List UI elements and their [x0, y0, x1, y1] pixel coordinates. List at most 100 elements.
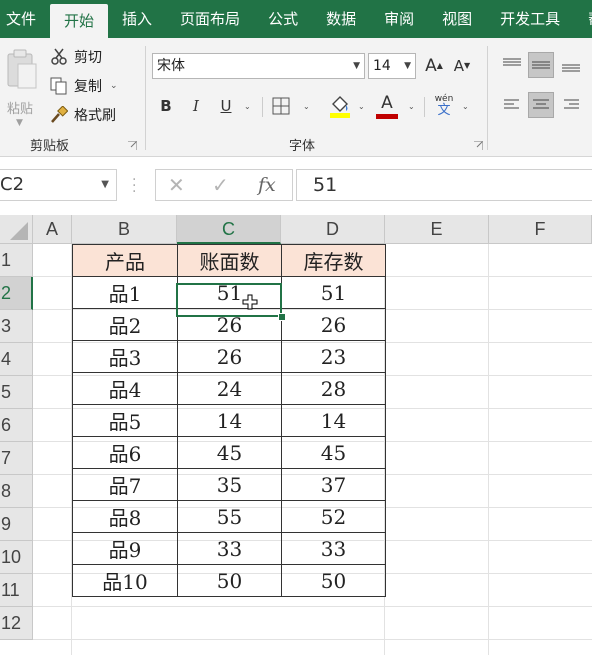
table-cell[interactable]: 26: [177, 308, 282, 341]
dialog-launcher-icon[interactable]: [474, 141, 483, 150]
cut-button[interactable]: 剪切: [50, 46, 102, 68]
table-cell[interactable]: 33: [177, 532, 282, 565]
shrink-font-button[interactable]: A▼: [452, 55, 472, 77]
row-header-10[interactable]: 10: [0, 541, 33, 574]
table-cell[interactable]: 51: [281, 276, 386, 309]
table-cell[interactable]: 14: [281, 404, 386, 437]
tab-formulas[interactable]: 公式: [254, 0, 312, 38]
insert-function-icon[interactable]: fx: [258, 170, 276, 200]
more-icon[interactable]: · · ·: [132, 173, 136, 199]
table-cell[interactable]: 50: [281, 564, 386, 597]
table-cell[interactable]: 33: [281, 532, 386, 565]
fill-color-icon[interactable]: [329, 94, 351, 118]
italic-button[interactable]: I: [186, 95, 206, 117]
table-cell[interactable]: 品9: [72, 532, 178, 565]
table-cell[interactable]: 23: [281, 340, 386, 373]
tab-view[interactable]: 视图: [428, 0, 486, 38]
tab-help[interactable]: 帮: [574, 0, 592, 38]
name-box[interactable]: C2 ▼: [0, 169, 117, 201]
grow-font-button[interactable]: A▲: [424, 55, 444, 77]
align-top-button[interactable]: [499, 52, 525, 78]
align-right-button[interactable]: [558, 92, 584, 118]
row-header-7[interactable]: 7: [0, 442, 33, 475]
font-size-select[interactable]: 14 ▼: [368, 53, 416, 79]
table-cell[interactable]: 55: [177, 500, 282, 533]
row-header-11[interactable]: 11: [0, 574, 33, 607]
tab-data[interactable]: 数据: [312, 0, 370, 38]
table-header-cell[interactable]: 库存数: [281, 244, 386, 277]
table-cell[interactable]: 14: [177, 404, 282, 437]
table-cell[interactable]: 品2: [72, 308, 178, 341]
column-header-c[interactable]: C: [177, 215, 281, 244]
font-color-button[interactable]: A: [376, 92, 398, 114]
table-cell[interactable]: 品3: [72, 340, 178, 373]
cancel-icon[interactable]: ✕: [168, 170, 185, 200]
row-header-2[interactable]: 2: [0, 277, 33, 310]
phonetic-guide-button[interactable]: wén 文: [433, 94, 455, 117]
chevron-down-icon[interactable]: ⌄: [303, 102, 310, 111]
enter-icon[interactable]: ✓: [212, 170, 229, 200]
chevron-down-icon[interactable]: ▼: [101, 170, 109, 200]
table-cell[interactable]: 50: [177, 564, 282, 597]
row-header-3[interactable]: 3: [0, 310, 33, 343]
tab-insert[interactable]: 插入: [108, 0, 166, 38]
table-cell[interactable]: 品4: [72, 372, 178, 405]
table-cell[interactable]: 24: [177, 372, 282, 405]
chevron-down-icon[interactable]: ⌄: [408, 102, 415, 111]
tab-review[interactable]: 审阅: [370, 0, 428, 38]
tab-file[interactable]: 文件: [0, 0, 50, 38]
column-header-e[interactable]: E: [385, 215, 489, 244]
table-cell[interactable]: 品10: [72, 564, 178, 597]
table-cell[interactable]: 品7: [72, 468, 178, 501]
align-left-button[interactable]: [499, 92, 525, 118]
fill-handle[interactable]: [278, 313, 286, 321]
table-cell[interactable]: 45: [281, 436, 386, 469]
tab-home[interactable]: 开始: [50, 4, 109, 38]
align-center-button[interactable]: [528, 92, 554, 118]
align-bottom-button[interactable]: [558, 52, 584, 78]
align-middle-button[interactable]: [528, 52, 554, 78]
table-cell[interactable]: 45: [177, 436, 282, 469]
table-header-cell[interactable]: 账面数: [177, 244, 282, 277]
column-header-d[interactable]: D: [281, 215, 385, 244]
row-header-9[interactable]: 9: [0, 508, 33, 541]
row-header-8[interactable]: 8: [0, 475, 33, 508]
dialog-launcher-icon[interactable]: [128, 141, 137, 150]
paste-button[interactable]: 粘贴 ▼: [2, 46, 42, 128]
table-cell[interactable]: 28: [281, 372, 386, 405]
select-all-button[interactable]: [0, 215, 33, 244]
row-header-5[interactable]: 5: [0, 376, 33, 409]
table-cell[interactable]: 品8: [72, 500, 178, 533]
chevron-down-icon[interactable]: ⌄: [244, 102, 251, 111]
formula-input[interactable]: 51: [296, 169, 592, 201]
format-painter-button[interactable]: 格式刷: [50, 104, 116, 126]
worksheet-grid[interactable]: A B C D E F 1 2 3 4 5 6 7 8 9 10 11 12 产品 账面数 库存数 品1 51…: [0, 215, 592, 655]
chevron-down-icon[interactable]: ⌄: [462, 102, 469, 111]
table-cell[interactable]: 品6: [72, 436, 178, 469]
chevron-down-icon[interactable]: ⌄: [358, 102, 365, 111]
row-header-12[interactable]: 12: [0, 607, 33, 640]
column-header-f[interactable]: F: [489, 215, 592, 244]
chevron-down-icon[interactable]: ⌄: [110, 81, 118, 91]
column-header-b[interactable]: B: [72, 215, 177, 244]
copy-button[interactable]: 复制 ⌄: [50, 75, 118, 97]
table-header-cell[interactable]: 产品: [72, 244, 178, 277]
underline-button[interactable]: U: [216, 95, 236, 117]
font-name-select[interactable]: 宋体 ▼: [152, 53, 365, 79]
table-cell[interactable]: 52: [281, 500, 386, 533]
tab-page-layout[interactable]: 页面布局: [166, 0, 254, 38]
row-header-4[interactable]: 4: [0, 343, 33, 376]
tab-developer[interactable]: 开发工具: [486, 0, 574, 38]
table-cell[interactable]: 品5: [72, 404, 178, 437]
table-cell[interactable]: 26: [281, 308, 386, 341]
table-cell[interactable]: 35: [177, 468, 282, 501]
row-header-6[interactable]: 6: [0, 409, 33, 442]
borders-icon[interactable]: [272, 97, 290, 115]
table-cell[interactable]: 26: [177, 340, 282, 373]
bold-button[interactable]: B: [156, 95, 176, 117]
column-header-a[interactable]: A: [33, 215, 72, 244]
table-cell[interactable]: 37: [281, 468, 386, 501]
table-cell[interactable]: 品1: [72, 276, 178, 309]
table-cell[interactable]: 51: [177, 276, 282, 309]
row-header-1[interactable]: 1: [0, 244, 33, 277]
